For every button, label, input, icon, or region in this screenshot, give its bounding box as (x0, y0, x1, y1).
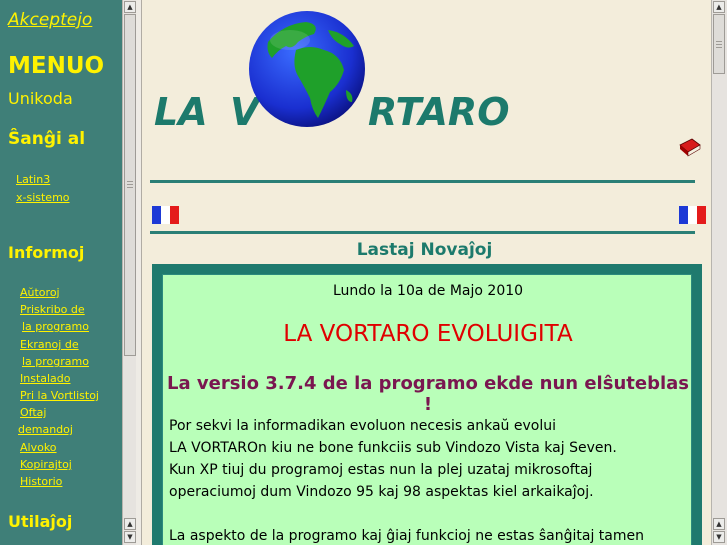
news-section-title: Lastaj Novaĵoj (356, 240, 493, 260)
news-divider (150, 231, 695, 234)
info-link-historio[interactable]: Historio (20, 475, 62, 488)
info-link-demandoj[interactable]: demandoj (18, 423, 73, 436)
scroll-up-arrow-icon[interactable]: ▲ (124, 518, 136, 530)
info-link-priskribo-2[interactable]: la programo (22, 320, 89, 333)
news-headline: LA VORTARO EVOLUIGITA (283, 321, 573, 347)
accept-link[interactable]: Akceptejo (8, 10, 92, 30)
info-link-kopirajtoj[interactable]: Kopirajtoj (20, 458, 72, 471)
info-link-instalado[interactable]: Instalado (20, 372, 71, 385)
news-paragraph-line: Por sekvi la informadikan evoluon necesi… (169, 418, 556, 434)
change-to-label: Ŝanĝi al (8, 129, 86, 149)
scroll-up-arrow-icon[interactable]: ▲ (713, 518, 725, 530)
info-link-ekranoj-2[interactable]: la programo (22, 355, 89, 368)
news-content: Lundo la 10a de Majo 2010 LA VORTARO EVO… (162, 274, 692, 545)
tools-header: Utilaĵoj (8, 512, 73, 531)
info-link-autoroj[interactable]: Aŭtoroj (20, 286, 60, 299)
main-scrollbar-thumb[interactable] (713, 14, 725, 74)
news-subhead: La versio 3.7.4 de la programo ekde nun … (167, 373, 689, 415)
book-icon[interactable] (678, 137, 702, 159)
encoding-label: Unikoda (8, 89, 73, 108)
logo-title-rtaro: RTARO (368, 90, 510, 134)
news-date: Lundo la 10a de Majo 2010 (332, 283, 524, 299)
left-menu-frame: Akceptejo MENUO Unikoda Ŝanĝi al Latin3 … (0, 0, 122, 545)
left-scrollbar-thumb[interactable] (124, 14, 136, 356)
news-box: Lundo la 10a de Majo 2010 LA VORTARO EVO… (152, 264, 702, 545)
main-content-frame: LA V RTARO Lastaj Novaĵoj Lundo la 10a d… (142, 0, 711, 545)
scroll-up-arrow-icon[interactable]: ▲ (713, 1, 725, 13)
info-link-priskribo[interactable]: Priskribo de (20, 303, 85, 316)
scroll-up-arrow-icon[interactable]: ▲ (124, 1, 136, 13)
info-link-alvoko[interactable]: Alvoko (20, 441, 57, 454)
main-scrollbar[interactable]: ▲ ▲ ▼ (711, 0, 727, 545)
encoding-link-latin3[interactable]: Latin3 (16, 173, 50, 186)
menu-title: MENUO (8, 53, 105, 79)
info-link-oftaj[interactable]: Oftaj (20, 406, 46, 419)
globe-icon (249, 11, 365, 127)
left-scrollbar[interactable]: ▲ ▲ ▼ (122, 0, 137, 545)
info-link-ekranoj[interactable]: Ekranoj de (20, 338, 79, 351)
scroll-down-arrow-icon[interactable]: ▼ (124, 531, 136, 543)
news-paragraph-line: LA VORTAROn kiu ne bone funkciis sub Vin… (169, 440, 617, 456)
news-paragraph-line: operaciumoj dum Vindozo 95 kaj 98 aspekt… (169, 484, 594, 500)
info-link-vortlistoj[interactable]: Pri la Vortlistoj (20, 389, 99, 402)
encoding-link-xsistemo[interactable]: x-sistemo (16, 191, 70, 204)
info-header: Informoj (8, 243, 85, 262)
french-flag-icon[interactable] (679, 206, 706, 224)
news-paragraph-line: La aspekto de la programo kaj ĝiaj funkc… (169, 528, 644, 544)
scroll-down-arrow-icon[interactable]: ▼ (713, 531, 725, 543)
logo-title-la: LA (154, 90, 208, 134)
french-flag-icon[interactable] (152, 206, 179, 224)
news-paragraph-line: Kun XP tiuj du programoj estas nun la pl… (169, 462, 593, 478)
header-divider (150, 180, 695, 183)
